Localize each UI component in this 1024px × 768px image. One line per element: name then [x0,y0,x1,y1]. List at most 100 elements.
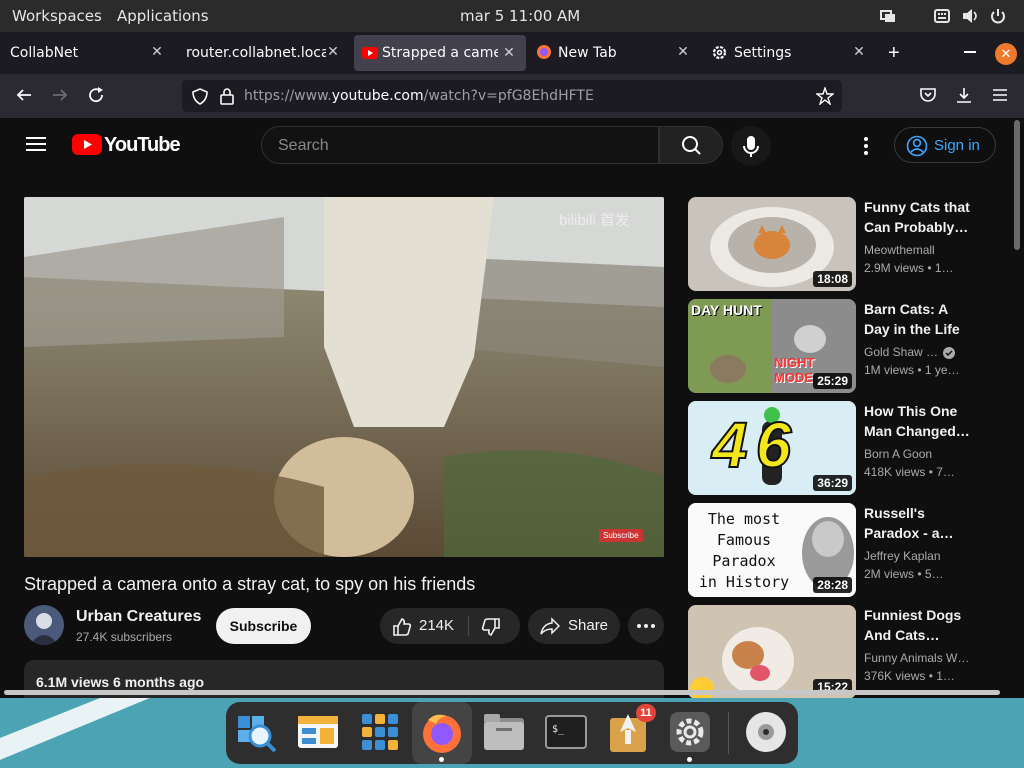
duration-badge: 28:28 [813,577,852,593]
recommendation-meta: 2.9M views • 1… [864,261,954,275]
tab-label: CollabNet [10,45,79,61]
account-icon [906,135,928,161]
subscribe-button[interactable]: Subscribe [216,608,311,644]
close-icon[interactable]: ✕ [148,42,166,62]
thumbnail[interactable]: DAY HUNT NIGHT MODE 25:29 [688,299,856,393]
sign-in-label: Sign in [934,137,980,154]
hamburger-menu-icon[interactable] [990,86,1010,106]
recommendation-item[interactable]: The most Famous Paradox in History 28:28… [688,503,978,597]
minimize-button[interactable] [964,51,976,53]
thumbnail[interactable]: 18:08 [688,197,856,291]
address-bar[interactable]: https://www.youtube.com/watch?v=pfG8EhdH… [182,80,842,112]
bookmark-star-icon[interactable] [815,85,835,110]
file-manager-icon[interactable] [296,710,340,754]
subscribe-badge: Subscribe [599,529,643,542]
terminal-icon[interactable]: $_ [544,710,588,754]
vertical-scrollbar[interactable] [1014,120,1020,250]
video-frame [24,197,664,557]
firefox-icon[interactable] [420,710,464,754]
gear-icon [711,44,728,65]
like-count: 214K [419,617,455,634]
url-text[interactable]: https://www.youtube.com/watch?v=pfG8EhdH… [244,88,594,104]
reload-button[interactable] [86,86,106,106]
close-window-button[interactable]: ✕ [995,43,1017,65]
search-icon [682,136,701,155]
more-actions-button[interactable] [628,608,664,644]
window-switch-icon[interactable] [880,8,896,24]
share-label: Share [568,617,609,634]
magnifier-icon[interactable] [234,710,278,754]
voice-search-button[interactable] [731,126,771,166]
dislike-button[interactable] [481,617,501,641]
guide-menu-icon[interactable] [26,136,46,157]
thumbs-up-icon [393,618,412,636]
channel-name[interactable]: Urban Creatures [76,608,201,626]
volume-icon[interactable] [962,8,978,24]
video-watermark: bilibili 首发 [559,212,630,229]
close-icon[interactable]: ✕ [674,42,692,62]
tab-router[interactable]: router.collabnet.local/ ✕ [176,32,352,74]
recommendation-title: Russell's Paradox - a… [864,505,954,541]
recommendation-meta: 2M views • 5… [864,567,944,581]
thumbnail[interactable]: The most Famous Paradox in History 28:28 [688,503,856,597]
recommendation-title: Barn Cats: A Day in the Life [864,301,960,337]
youtube-page: YouTube Search Sign in bilibili 首发 Subsc… [0,118,1024,698]
close-icon[interactable]: ✕ [324,42,342,62]
clock[interactable]: mar 5 11:00 AM [460,7,580,25]
recommendation-channel: Jeffrey Kaplan [864,549,941,563]
close-icon[interactable]: ✕ [500,43,518,63]
recommendation-item[interactable]: DAY HUNT NIGHT MODE 25:29 Barn Cats: A D… [688,299,978,393]
notification-badge: 11 [636,704,656,722]
dock-separator [728,712,729,754]
keyboard-icon[interactable] [934,8,950,24]
share-icon [540,617,561,639]
sign-in-button[interactable]: Sign in [894,127,996,163]
lock-icon[interactable] [220,88,234,110]
like-button[interactable] [392,617,412,641]
power-icon[interactable] [990,8,1006,24]
close-icon[interactable]: ✕ [850,42,868,62]
forward-button[interactable] [50,86,70,106]
recommendation-item[interactable]: 18:08 Funny Cats that Can Probably… Meow… [688,197,978,291]
settings-icon[interactable] [668,710,712,754]
tab-label: Settings [734,45,792,61]
files-icon[interactable] [482,710,526,754]
horizontal-scrollbar[interactable] [4,690,1000,695]
recommendation-item[interactable]: 15:22 Funniest Dogs And Cats… Funny Anim… [688,605,978,698]
search-input[interactable]: Search [261,126,659,164]
recommendation-item[interactable]: 46 36:29 How This One Man Changed… Born … [688,401,978,495]
video-player[interactable]: bilibili 首发 Subscribe [24,197,664,557]
app-grid-icon[interactable] [358,710,402,754]
recommendation-meta: 376K views • 1… [864,669,955,683]
tab-youtube[interactable]: Strapped a camera ✕ [354,35,526,71]
microphone-icon [743,136,759,157]
disc-icon[interactable] [744,710,788,754]
more-options-icon[interactable] [862,137,870,160]
tab-new-tab[interactable]: New Tab ✕ [528,32,700,74]
applications-menu[interactable]: Applications [117,7,209,25]
youtube-logo-text[interactable]: YouTube [104,134,181,157]
search-placeholder: Search [278,137,329,154]
share-button[interactable]: Share [528,608,620,644]
thumbnail-text: Paradox [712,552,776,570]
video-title: Strapped a camera onto a stray cat, to s… [24,574,476,594]
channel-avatar[interactable] [24,605,64,645]
thumbnail-text: Famous [716,531,772,549]
url-prefix: https://www. [244,88,332,104]
pocket-icon[interactable] [918,86,938,106]
tab-settings[interactable]: Settings ✕ [702,32,878,74]
shield-icon[interactable] [192,88,208,110]
thumbnail[interactable]: 15:22 [688,605,856,698]
new-tab-button[interactable]: + [888,42,900,65]
workspaces-menu[interactable]: Workspaces [12,7,102,25]
tab-label: router.collabnet.local/ [186,45,326,61]
youtube-logo-icon[interactable] [72,134,102,155]
desktop-background: $_ 11 [0,698,1024,768]
downloads-icon[interactable] [954,86,974,106]
search-button[interactable] [659,126,723,164]
firefox-favicon-icon [536,44,552,64]
tab-collabnet[interactable]: CollabNet ✕ [0,32,175,74]
thumbnail[interactable]: 46 36:29 [688,401,856,495]
recommendation-title: Funny Cats that Can Probably… [864,199,970,235]
back-button[interactable] [14,86,34,106]
